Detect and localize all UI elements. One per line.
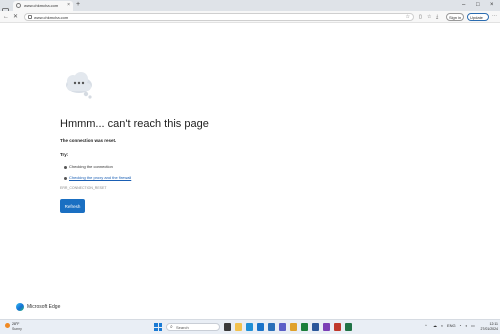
mail-icon[interactable] [257, 323, 264, 331]
error-reason: The connection was reset. [60, 138, 117, 143]
search-icon: ⌕ [170, 324, 173, 330]
try-label: Try: [60, 152, 69, 157]
taskbar: 28°F Sunny ⌕ Search ^ ☁ ◐ ENG ◔ ◖ ▭ 12:1… [0, 319, 500, 334]
clock-date: 27/01/2024 [480, 326, 498, 331]
tray-overflow-icon[interactable]: ^ [425, 323, 427, 328]
visual-studio-icon[interactable] [323, 323, 330, 331]
search-label: Search [176, 325, 189, 330]
app-green-icon[interactable] [301, 323, 308, 331]
page-icon [16, 3, 21, 8]
downloads-icon[interactable]: ⤓ [436, 14, 438, 20]
back-button[interactable]: ← [3, 13, 9, 21]
signin-button[interactable]: Sign in [446, 13, 464, 21]
address-text[interactable]: www.chkmcha.com [34, 15, 68, 20]
workspaces-icon[interactable] [2, 2, 9, 15]
split-screen-icon[interactable]: ▯ [419, 14, 422, 20]
word-icon[interactable] [312, 323, 319, 331]
window-close-button[interactable]: × [490, 1, 494, 9]
cloud-error-icon [62, 72, 96, 100]
edge-taskbar-icon[interactable] [246, 323, 253, 331]
tab-strip: www.chkmcha.com × + – □ × [0, 0, 500, 15]
maximize-button[interactable]: □ [476, 1, 480, 9]
refresh-button[interactable]: Refresh [60, 199, 85, 213]
notification-tray-icon[interactable]: ◐ [441, 323, 443, 328]
tab-title: www.chkmcha.com [24, 3, 59, 8]
browser-window: www.chkmcha.com × + – □ × ← ✕ www.chkmch… [0, 0, 500, 334]
taskbar-search[interactable]: ⌕ Search [166, 323, 220, 331]
update-label: Update [470, 15, 483, 20]
teams-icon[interactable] [279, 323, 286, 331]
weather-temperature[interactable]: 28°F [12, 322, 19, 326]
store-icon[interactable] [268, 323, 275, 331]
settings-menu-icon[interactable]: ⋯ [492, 13, 497, 20]
file-explorer-icon[interactable] [235, 323, 242, 331]
volume-icon[interactable]: ◖ [465, 323, 467, 328]
new-tab-button[interactable]: + [76, 1, 80, 9]
error-code: ERR_CONNECTION_RESET [60, 186, 107, 190]
edge-brand-name: Microsoft Edge [27, 304, 61, 310]
edge-logo-icon [16, 303, 24, 311]
battery-icon[interactable]: ▭ [471, 323, 475, 328]
start-button[interactable] [154, 323, 162, 331]
taskbar-clock[interactable]: 12:11 27/01/2024 [478, 322, 498, 331]
favorite-star-icon[interactable]: ☆ [406, 14, 410, 20]
minimize-button[interactable]: – [462, 1, 465, 9]
task-view-icon[interactable] [224, 323, 231, 331]
favorites-icon[interactable]: ☆ [427, 14, 431, 20]
excel-icon[interactable] [345, 323, 352, 331]
stop-reload-button[interactable]: ✕ [13, 13, 18, 21]
browser-toolbar: ← ✕ www.chkmcha.com ☆ ▯ ☆ ⤓ Sign in Upda… [0, 11, 500, 23]
bullet-icon [64, 166, 67, 169]
tab-active[interactable]: www.chkmcha.com × [13, 1, 73, 11]
tab-close-icon[interactable]: × [67, 2, 70, 8]
update-button[interactable]: Update [467, 13, 489, 21]
bullet-icon [64, 177, 67, 180]
address-bar[interactable]: www.chkmcha.com ☆ [24, 13, 414, 21]
suggestion-proxy-firewall-link[interactable]: Checking the proxy and the firewall [69, 175, 131, 180]
cloud-tray-icon[interactable]: ☁ [433, 323, 437, 328]
error-page: Hmmm... can't reach this page The connec… [0, 24, 500, 319]
weather-sun-icon[interactable] [5, 323, 10, 328]
app-red-icon[interactable] [334, 323, 341, 331]
error-heading: Hmmm... can't reach this page [60, 118, 209, 130]
suggestion-check-connection: Checking the connection [69, 164, 113, 169]
language-indicator[interactable]: ENG [447, 323, 456, 328]
wifi-icon[interactable]: ◔ [459, 323, 461, 328]
weather-condition[interactable]: Sunny [12, 327, 22, 331]
photos-icon[interactable] [290, 323, 297, 331]
signin-label: Sign in [449, 15, 462, 20]
site-info-icon[interactable] [28, 15, 32, 19]
